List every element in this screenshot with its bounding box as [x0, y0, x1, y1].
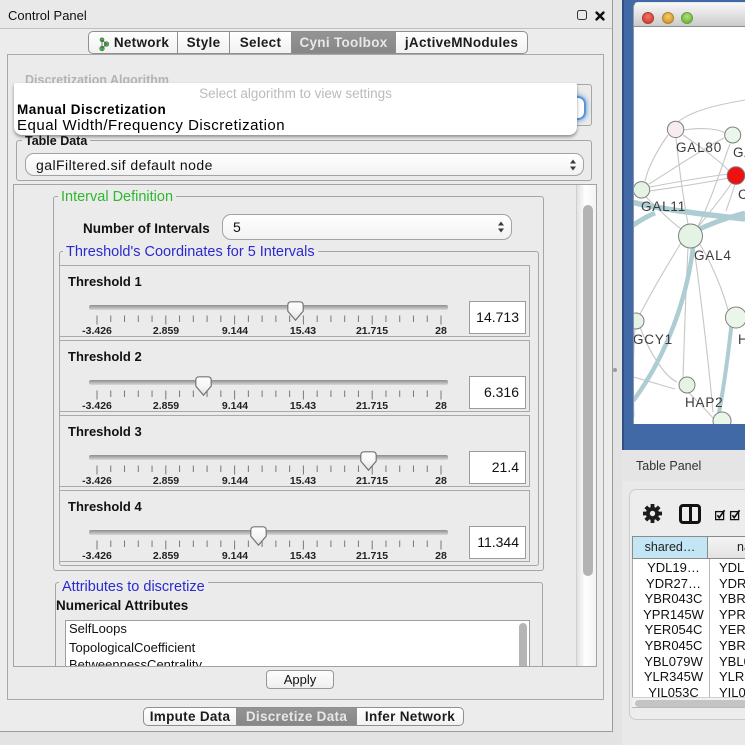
- svg-text:GCY1: GCY1: [634, 332, 673, 347]
- svg-text:H: H: [738, 332, 745, 347]
- svg-text:HAP2: HAP2: [685, 395, 723, 410]
- svg-text:GA: GA: [733, 145, 745, 160]
- svg-text:GAL11: GAL11: [641, 199, 686, 214]
- svg-text:C: C: [738, 187, 745, 202]
- svg-text:GAL4: GAL4: [694, 248, 732, 263]
- svg-text:GAL80: GAL80: [676, 140, 722, 155]
